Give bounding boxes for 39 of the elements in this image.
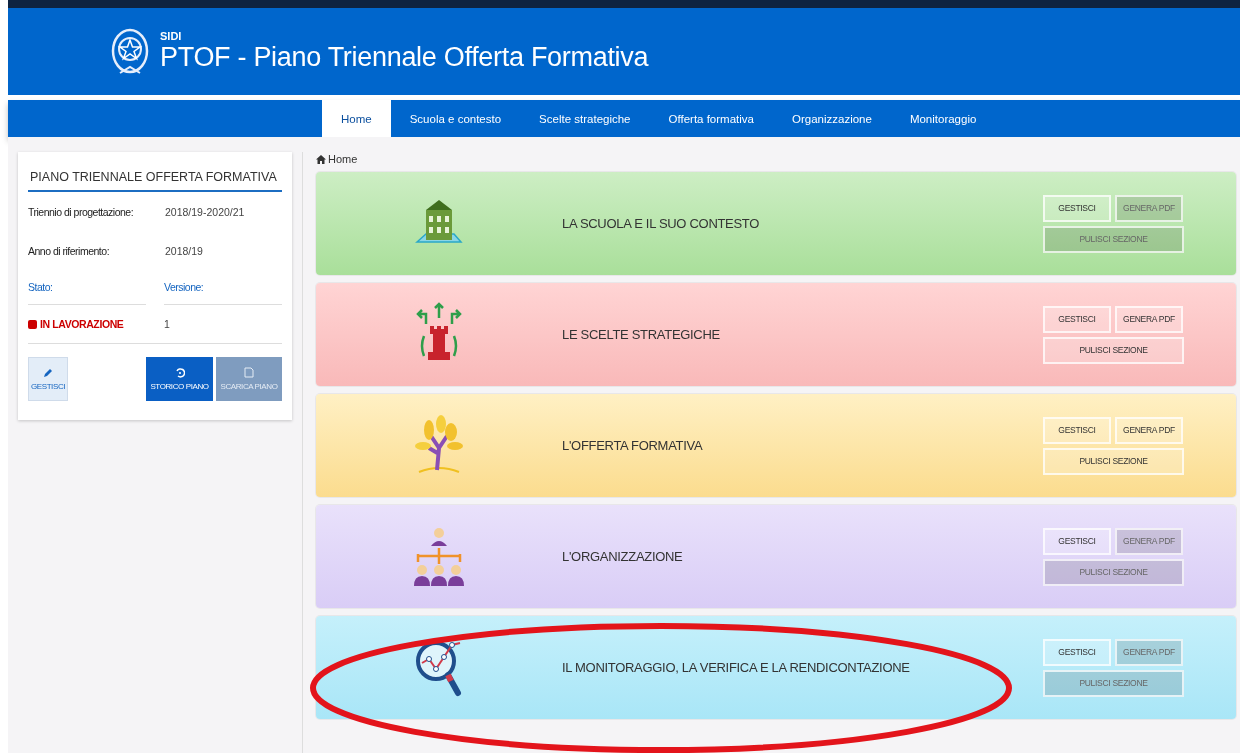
version-label: Versione: — [164, 281, 204, 293]
status-label: Stato: — [28, 281, 53, 293]
section-action-button[interactable]: GESTISCI — [1043, 305, 1111, 333]
pencil-icon — [43, 367, 53, 378]
section-title: LE SCELTE STRATEGICHE — [562, 327, 721, 342]
app-title: PTOF - Piano Triennale Offerta Formativa — [160, 42, 649, 73]
manage-button[interactable]: GESTISCI — [28, 357, 68, 401]
home-icon — [316, 154, 326, 164]
section-action-button[interactable]: GESTISCI — [1043, 416, 1111, 444]
nav-tab[interactable]: Home — [322, 100, 391, 137]
section-title: LA SCUOLA E IL SUO CONTESTO — [562, 216, 761, 231]
history-icon — [174, 367, 185, 378]
section-action-button[interactable]: GENERA PDF — [1115, 416, 1183, 444]
section-title: L'ORGANIZZAZIONE — [562, 549, 684, 564]
card-title: PIANO TRIENNALE OFFERTA FORMATIVA — [28, 164, 282, 192]
section-action-button[interactable]: GENERA PDF — [1115, 305, 1183, 333]
section-title: L'OFFERTA FORMATIVA — [562, 438, 704, 453]
field-label: Anno di riferimento: — [28, 244, 111, 257]
field-label: Triennio di progettazione: — [28, 205, 135, 218]
nav-tab[interactable]: Scuola e contesto — [390, 100, 521, 137]
field-value: 2018/19 — [165, 244, 203, 257]
field-value: 2018/19-2020/21 — [165, 205, 245, 218]
nav-tab[interactable]: Offerta formativa — [649, 100, 773, 137]
section-action-button[interactable]: GESTISCI — [1043, 638, 1111, 666]
nav-tab[interactable]: Monitoraggio — [890, 100, 996, 137]
breadcrumb-link[interactable]: Home — [328, 153, 358, 165]
history-button[interactable]: STORICO PIANO — [146, 357, 213, 401]
section-action-button[interactable]: GESTISCI — [1043, 194, 1111, 222]
app-label: SIDI — [160, 30, 183, 42]
section-action-button[interactable]: PULISCI SEZIONE — [1043, 447, 1184, 475]
nav-tab[interactable]: Organizzazione — [772, 100, 891, 137]
org-chart-icon — [412, 525, 466, 588]
document-icon — [244, 367, 254, 378]
section-action-button[interactable]: GESTISCI — [1043, 527, 1111, 555]
version-value: 1 — [164, 318, 170, 330]
nav-tab[interactable]: Scelte strategiche — [520, 100, 650, 137]
section-action-button[interactable]: PULISCI SEZIONE — [1043, 336, 1184, 364]
status-value: IN LAVORAZIONE — [40, 318, 124, 330]
section-title: IL MONITORAGGIO, LA VERIFICA E LA RENDICONTAZIONE — [562, 660, 911, 675]
